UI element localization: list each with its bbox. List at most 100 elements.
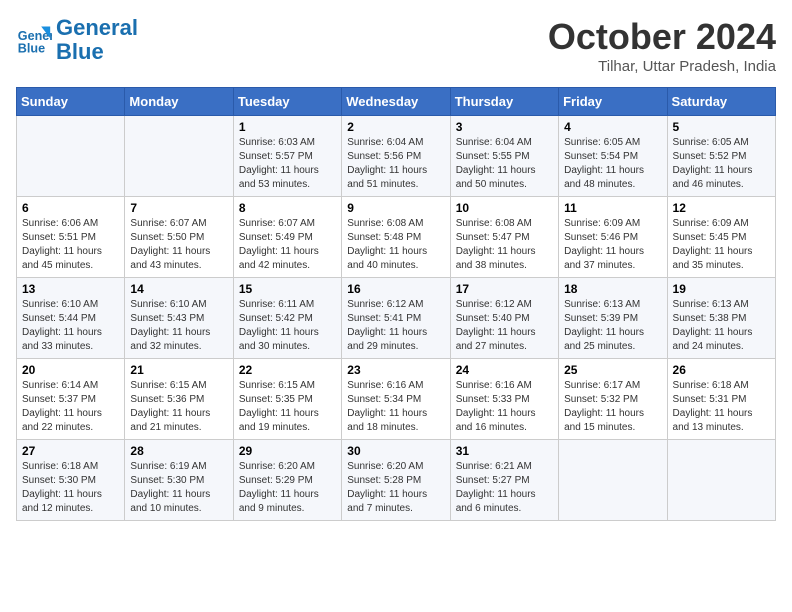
day-info: Sunrise: 6:09 AMSunset: 5:46 PMDaylight:… xyxy=(564,217,661,273)
day-number: 23 xyxy=(347,363,444,377)
day-number: 8 xyxy=(239,201,336,215)
day-info: Sunrise: 6:17 AMSunset: 5:32 PMDaylight:… xyxy=(564,379,661,435)
day-info: Sunrise: 6:06 AMSunset: 5:51 PMDaylight:… xyxy=(22,217,119,273)
calendar-day-cell: 5 Sunrise: 6:05 AMSunset: 5:52 PMDaylight… xyxy=(667,116,775,197)
calendar-day-cell: 23 Sunrise: 6:16 AMSunset: 5:34 PMDayligh… xyxy=(342,359,450,440)
day-of-week-header: Sunday xyxy=(17,88,125,116)
calendar-day-cell: 1 Sunrise: 6:03 AMSunset: 5:57 PMDaylight… xyxy=(233,116,341,197)
day-info: Sunrise: 6:07 AMSunset: 5:49 PMDaylight:… xyxy=(239,217,336,273)
day-of-week-header: Tuesday xyxy=(233,88,341,116)
calendar-day-cell: 30 Sunrise: 6:20 AMSunset: 5:28 PMDayligh… xyxy=(342,440,450,521)
day-info: Sunrise: 6:16 AMSunset: 5:33 PMDaylight:… xyxy=(456,379,553,435)
day-info: Sunrise: 6:20 AMSunset: 5:29 PMDaylight:… xyxy=(239,460,336,516)
calendar-day-cell: 9 Sunrise: 6:08 AMSunset: 5:48 PMDaylight… xyxy=(342,197,450,278)
day-info: Sunrise: 6:09 AMSunset: 5:45 PMDaylight:… xyxy=(673,217,770,273)
month-title: October 2024 xyxy=(548,16,776,58)
day-info: Sunrise: 6:08 AMSunset: 5:48 PMDaylight:… xyxy=(347,217,444,273)
day-number: 29 xyxy=(239,444,336,458)
page-header: General Blue GeneralBlue October 2024 Ti… xyxy=(16,16,776,75)
day-number: 26 xyxy=(673,363,770,377)
day-number: 21 xyxy=(130,363,227,377)
calendar-day-cell xyxy=(17,116,125,197)
day-info: Sunrise: 6:12 AMSunset: 5:40 PMDaylight:… xyxy=(456,298,553,354)
calendar-day-cell: 26 Sunrise: 6:18 AMSunset: 5:31 PMDayligh… xyxy=(667,359,775,440)
calendar-day-cell: 29 Sunrise: 6:20 AMSunset: 5:29 PMDayligh… xyxy=(233,440,341,521)
day-number: 7 xyxy=(130,201,227,215)
day-number: 30 xyxy=(347,444,444,458)
calendar-day-cell xyxy=(667,440,775,521)
day-number: 20 xyxy=(22,363,119,377)
calendar-day-cell: 8 Sunrise: 6:07 AMSunset: 5:49 PMDaylight… xyxy=(233,197,341,278)
calendar-day-cell: 22Sunrise: 6:15 AMSunset: 5:35 PMDayligh… xyxy=(233,359,341,440)
day-number: 3 xyxy=(456,120,553,134)
calendar-day-cell: 18Sunrise: 6:13 AMSunset: 5:39 PMDayligh… xyxy=(559,278,667,359)
logo: General Blue GeneralBlue xyxy=(16,16,138,64)
day-info: Sunrise: 6:05 AMSunset: 5:52 PMDaylight:… xyxy=(673,136,770,192)
day-info: Sunrise: 6:16 AMSunset: 5:34 PMDaylight:… xyxy=(347,379,444,435)
day-info: Sunrise: 6:18 AMSunset: 5:30 PMDaylight:… xyxy=(22,460,119,516)
day-info: Sunrise: 6:19 AMSunset: 5:30 PMDaylight:… xyxy=(130,460,227,516)
day-number: 25 xyxy=(564,363,661,377)
day-info: Sunrise: 6:18 AMSunset: 5:31 PMDaylight:… xyxy=(673,379,770,435)
day-number: 11 xyxy=(564,201,661,215)
day-number: 2 xyxy=(347,120,444,134)
day-info: Sunrise: 6:10 AMSunset: 5:44 PMDaylight:… xyxy=(22,298,119,354)
day-of-week-header: Wednesday xyxy=(342,88,450,116)
calendar-day-cell: 10 Sunrise: 6:08 AMSunset: 5:47 PMDayligh… xyxy=(450,197,558,278)
day-number: 4 xyxy=(564,120,661,134)
day-info: Sunrise: 6:05 AMSunset: 5:54 PMDaylight:… xyxy=(564,136,661,192)
calendar-day-cell: 2Sunrise: 6:04 AMSunset: 5:56 PMDaylight… xyxy=(342,116,450,197)
logo-text: GeneralBlue xyxy=(56,16,138,64)
day-number: 10 xyxy=(456,201,553,215)
day-number: 31 xyxy=(456,444,553,458)
calendar-day-cell: 17 Sunrise: 6:12 AMSunset: 5:40 PMDayligh… xyxy=(450,278,558,359)
day-info: Sunrise: 6:20 AMSunset: 5:28 PMDaylight:… xyxy=(347,460,444,516)
calendar-day-cell: 3Sunrise: 6:04 AMSunset: 5:55 PMDaylight… xyxy=(450,116,558,197)
day-number: 12 xyxy=(673,201,770,215)
calendar-week-row: 13Sunrise: 6:10 AMSunset: 5:44 PMDayligh… xyxy=(17,278,776,359)
calendar-day-cell: 16 Sunrise: 6:12 AMSunset: 5:41 PMDayligh… xyxy=(342,278,450,359)
day-of-week-header: Saturday xyxy=(667,88,775,116)
calendar-day-cell: 15Sunrise: 6:11 AMSunset: 5:42 PMDayligh… xyxy=(233,278,341,359)
day-info: Sunrise: 6:03 AMSunset: 5:57 PMDaylight:… xyxy=(239,136,336,192)
day-number: 17 xyxy=(456,282,553,296)
calendar-day-cell: 25 Sunrise: 6:17 AMSunset: 5:32 PMDayligh… xyxy=(559,359,667,440)
calendar-week-row: 27 Sunrise: 6:18 AMSunset: 5:30 PMDayligh… xyxy=(17,440,776,521)
calendar-day-cell: 6 Sunrise: 6:06 AMSunset: 5:51 PMDaylight… xyxy=(17,197,125,278)
calendar-day-cell: 14 Sunrise: 6:10 AMSunset: 5:43 PMDayligh… xyxy=(125,278,233,359)
day-number: 22 xyxy=(239,363,336,377)
day-number: 24 xyxy=(456,363,553,377)
day-info: Sunrise: 6:21 AMSunset: 5:27 PMDaylight:… xyxy=(456,460,553,516)
day-info: Sunrise: 6:10 AMSunset: 5:43 PMDaylight:… xyxy=(130,298,227,354)
day-number: 19 xyxy=(673,282,770,296)
day-number: 9 xyxy=(347,201,444,215)
day-number: 6 xyxy=(22,201,119,215)
calendar-day-cell: 19Sunrise: 6:13 AMSunset: 5:38 PMDayligh… xyxy=(667,278,775,359)
calendar-day-cell: 28Sunrise: 6:19 AMSunset: 5:30 PMDayligh… xyxy=(125,440,233,521)
calendar-day-cell: 24 Sunrise: 6:16 AMSunset: 5:33 PMDayligh… xyxy=(450,359,558,440)
logo-icon: General Blue xyxy=(16,22,52,58)
day-info: Sunrise: 6:08 AMSunset: 5:47 PMDaylight:… xyxy=(456,217,553,273)
calendar-day-cell: 20 Sunrise: 6:14 AMSunset: 5:37 PMDayligh… xyxy=(17,359,125,440)
day-number: 14 xyxy=(130,282,227,296)
calendar-week-row: 1 Sunrise: 6:03 AMSunset: 5:57 PMDaylight… xyxy=(17,116,776,197)
calendar-day-cell: 27 Sunrise: 6:18 AMSunset: 5:30 PMDayligh… xyxy=(17,440,125,521)
calendar-week-row: 20 Sunrise: 6:14 AMSunset: 5:37 PMDayligh… xyxy=(17,359,776,440)
day-number: 16 xyxy=(347,282,444,296)
calendar-day-cell: 12 Sunrise: 6:09 AMSunset: 5:45 PMDayligh… xyxy=(667,197,775,278)
svg-text:Blue: Blue xyxy=(18,42,45,56)
calendar-day-cell: 13Sunrise: 6:10 AMSunset: 5:44 PMDayligh… xyxy=(17,278,125,359)
calendar-day-cell: 7 Sunrise: 6:07 AMSunset: 5:50 PMDaylight… xyxy=(125,197,233,278)
day-of-week-header: Thursday xyxy=(450,88,558,116)
day-info: Sunrise: 6:14 AMSunset: 5:37 PMDaylight:… xyxy=(22,379,119,435)
calendar-day-cell: 11 Sunrise: 6:09 AMSunset: 5:46 PMDayligh… xyxy=(559,197,667,278)
day-number: 5 xyxy=(673,120,770,134)
day-number: 27 xyxy=(22,444,119,458)
day-info: Sunrise: 6:13 AMSunset: 5:39 PMDaylight:… xyxy=(564,298,661,354)
day-info: Sunrise: 6:07 AMSunset: 5:50 PMDaylight:… xyxy=(130,217,227,273)
day-number: 15 xyxy=(239,282,336,296)
calendar-day-cell xyxy=(125,116,233,197)
day-number: 1 xyxy=(239,120,336,134)
day-info: Sunrise: 6:12 AMSunset: 5:41 PMDaylight:… xyxy=(347,298,444,354)
title-block: October 2024 Tilhar, Uttar Pradesh, Indi… xyxy=(548,16,776,75)
